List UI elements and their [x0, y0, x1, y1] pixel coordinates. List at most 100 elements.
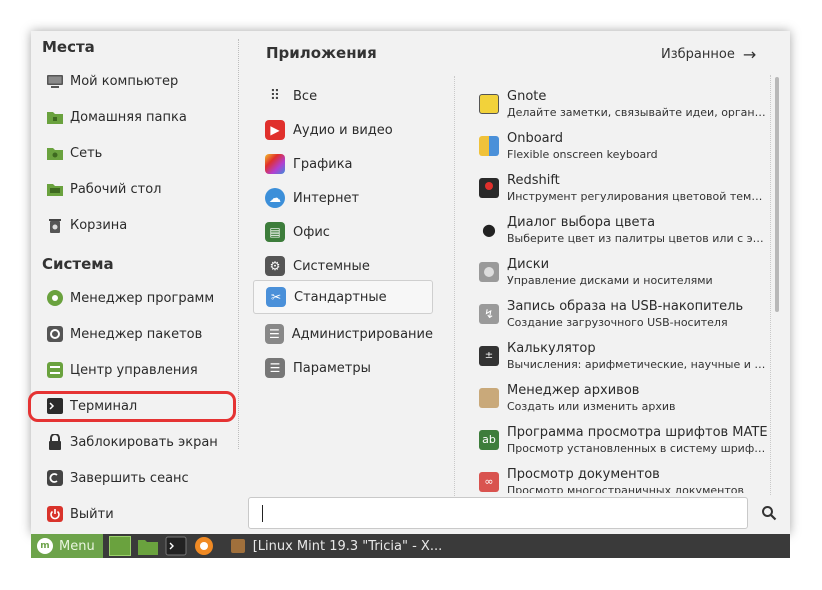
app-desc: Создать или изменить архив: [507, 400, 676, 413]
app-redshift[interactable]: Redshift Инструмент регулирования цветов…: [479, 173, 769, 215]
app-name: Redshift: [507, 173, 560, 188]
taskbar-menu-button[interactable]: m Menu: [31, 534, 103, 558]
place-home-folder[interactable]: Домашняя папка: [47, 103, 235, 131]
cloud-icon: ☁: [265, 188, 285, 208]
category-label: Системные: [293, 258, 370, 274]
keyboard-icon: [479, 136, 499, 156]
window-title: [Linux Mint 19.3 "Tricia" - X...: [252, 538, 443, 554]
system-label: Завершить сеанс: [70, 470, 189, 486]
show-desktop-icon[interactable]: [108, 536, 131, 556]
control-center-icon: [47, 362, 63, 378]
app-name: Просмотр документов: [507, 467, 660, 482]
menu-label: Menu: [59, 538, 95, 554]
place-label: Домашняя папка: [70, 109, 187, 125]
category-label: Все: [293, 88, 318, 104]
taskbar: m Menu [Linux Mint 19.3 "Tricia" - X...: [31, 534, 790, 558]
app-desc: Просмотр установленных в систему шрифтов: [507, 442, 769, 455]
package-manager-icon: [47, 326, 63, 342]
window-app-icon: [230, 539, 245, 553]
app-desc: Просмотр многостраничных документов: [507, 484, 744, 493]
places-system-panel: Места Мой компьютер Домашняя папка Сеть …: [31, 31, 238, 534]
app-color-picker[interactable]: ● Диалог выбора цвета Выберите цвет из п…: [479, 215, 769, 257]
system-label: Менеджер пакетов: [70, 326, 203, 342]
category-all[interactable]: ⠿ Все: [253, 80, 433, 112]
place-trash[interactable]: Корзина: [47, 211, 235, 239]
font-icon: ab: [479, 430, 499, 450]
app-desc: Инструмент регулирования цветовой темпер…: [507, 190, 769, 203]
taskbar-window-item[interactable]: [Linux Mint 19.3 "Tricia" - X...: [230, 538, 443, 554]
mint-logo-icon: m: [37, 538, 53, 554]
category-label: Администрирование: [291, 326, 433, 342]
app-onboard[interactable]: Onboard Flexible onscreen keyboard: [479, 131, 769, 173]
app-name: Диалог выбора цвета: [507, 215, 656, 230]
category-internet[interactable]: ☁ Интернет: [253, 182, 433, 214]
category-audio-video[interactable]: ▶ Аудио и видео: [253, 114, 433, 146]
search-icon[interactable]: [761, 505, 777, 521]
app-name: Калькулятор: [507, 341, 596, 356]
scrollbar-track: [770, 75, 771, 495]
terminal-launcher-icon[interactable]: [165, 536, 187, 556]
place-label: Рабочий стол: [70, 181, 162, 197]
app-font-viewer[interactable]: ab Программа просмотра шрифтов MATE Прос…: [479, 425, 769, 467]
app-disks[interactable]: Диски Управление дисками и носителями: [479, 257, 769, 299]
system-label: Центр управления: [70, 362, 198, 378]
lock-icon: [47, 434, 63, 450]
category-label: Параметры: [293, 360, 371, 376]
grid-icon: ⠿: [269, 88, 281, 104]
apps-scrollbar[interactable]: [775, 77, 779, 312]
terminal-highlight-annotation: [28, 391, 236, 422]
system-quit[interactable]: Выйти: [47, 500, 235, 528]
text-caret: [262, 505, 263, 522]
system-control-center[interactable]: Центр управления: [47, 356, 235, 384]
place-network[interactable]: Сеть: [47, 139, 235, 167]
power-icon: [47, 506, 63, 522]
category-label: Интернет: [293, 190, 360, 206]
app-desc: Создание загрузочного USB-носителя: [507, 316, 728, 329]
category-administration[interactable]: ☰ Администрирование: [253, 318, 433, 350]
place-my-computer[interactable]: Мой компьютер: [47, 67, 235, 95]
category-label: Аудио и видео: [293, 122, 393, 138]
app-document-viewer[interactable]: ∞ Просмотр документов Просмотр многостра…: [479, 467, 769, 493]
app-calculator[interactable]: ± Калькулятор Вычисления: арифметические…: [479, 341, 769, 383]
app-name: Менеджер архивов: [507, 383, 640, 398]
favorites-button[interactable]: Избранное →: [661, 45, 756, 64]
app-name: Программа просмотра шрифтов MATE: [507, 425, 768, 440]
trash-icon: [47, 217, 63, 233]
category-office[interactable]: ▤ Офис: [253, 216, 433, 248]
system-lock-screen[interactable]: Заблокировать экран: [47, 428, 235, 456]
system-title: Система: [42, 255, 114, 273]
firefox-icon[interactable]: [193, 536, 215, 556]
place-label: Мой компьютер: [70, 73, 179, 89]
categories-divider: [454, 76, 455, 496]
category-label: Стандартные: [294, 289, 387, 305]
droplet-icon: ●: [482, 220, 496, 239]
system-gear-icon: ⚙: [265, 256, 285, 276]
system-software-manager[interactable]: Менеджер программ: [47, 284, 235, 312]
admin-icon: ☰: [265, 324, 284, 344]
system-logout[interactable]: Завершить сеанс: [47, 464, 235, 492]
files-folder-icon[interactable]: [137, 536, 159, 556]
category-preferences[interactable]: ☰ Параметры: [253, 352, 433, 384]
graphics-icon: [265, 154, 285, 174]
usb-icon: ↯: [479, 304, 499, 324]
category-graphics[interactable]: Графика: [253, 148, 433, 180]
system-package-manager[interactable]: Менеджер пакетов: [47, 320, 235, 348]
apps-title: Приложения: [266, 44, 377, 62]
search-input[interactable]: [248, 497, 748, 529]
category-label: Офис: [293, 224, 330, 240]
app-desc: Выберите цвет из палитры цветов или с эк…: [507, 232, 769, 245]
category-accessories[interactable]: ✂ Стандартные: [253, 280, 433, 314]
app-name: Запись образа на USB-накопитель: [507, 299, 744, 314]
network-folder-icon: [47, 145, 63, 161]
app-archive-manager[interactable]: Менеджер архивов Создать или изменить ар…: [479, 383, 769, 425]
archive-icon: [479, 388, 499, 408]
application-menu: Места Мой компьютер Домашняя папка Сеть …: [31, 31, 790, 534]
place-desktop[interactable]: Рабочий стол: [47, 175, 235, 203]
place-label: Корзина: [70, 217, 128, 233]
desktop-folder-icon: [47, 181, 63, 197]
app-gnote[interactable]: Gnote Делайте заметки, связывайте идеи, …: [479, 89, 769, 131]
app-usb-writer[interactable]: ↯ Запись образа на USB-накопитель Создан…: [479, 299, 769, 341]
scissors-icon: ✂: [266, 287, 286, 307]
category-system[interactable]: ⚙ Системные: [253, 250, 433, 282]
place-label: Сеть: [70, 145, 103, 161]
